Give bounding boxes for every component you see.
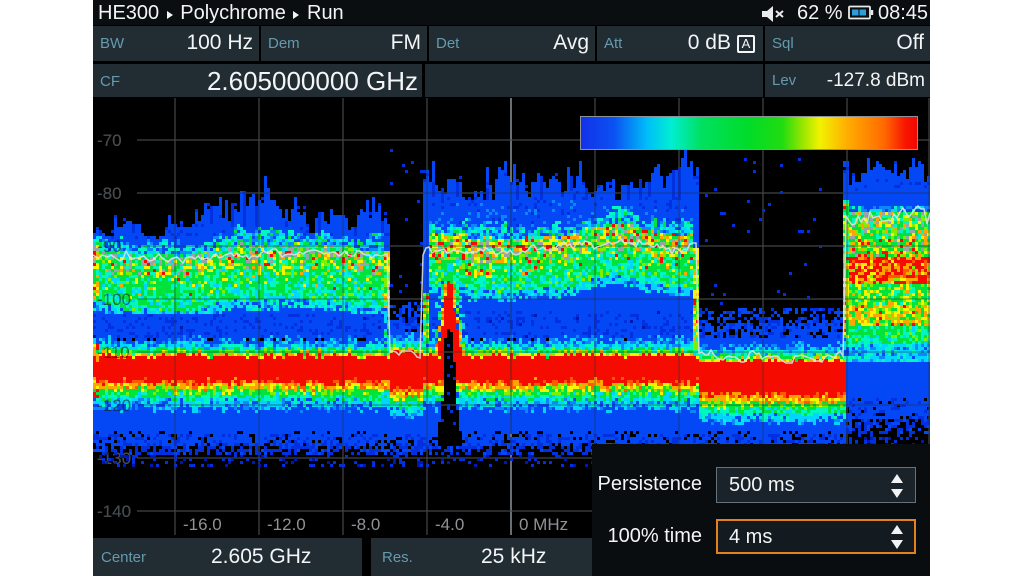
svg-text:-12.0: -12.0	[267, 515, 306, 534]
svg-text:-4.0: -4.0	[435, 515, 464, 534]
svg-text:-80: -80	[97, 184, 122, 203]
svg-text:-8.0: -8.0	[351, 515, 380, 534]
svg-text:-110: -110	[97, 343, 130, 362]
svg-text:-120: -120	[97, 396, 131, 415]
svg-text:0 MHz: 0 MHz	[519, 515, 568, 534]
svg-text:-140: -140	[97, 502, 131, 521]
svg-text:-130: -130	[97, 449, 131, 468]
svg-text:-90: -90	[97, 237, 122, 256]
svg-text:-16.0: -16.0	[183, 515, 222, 534]
svg-text:-70: -70	[97, 131, 122, 150]
svg-text:-100: -100	[97, 290, 131, 309]
